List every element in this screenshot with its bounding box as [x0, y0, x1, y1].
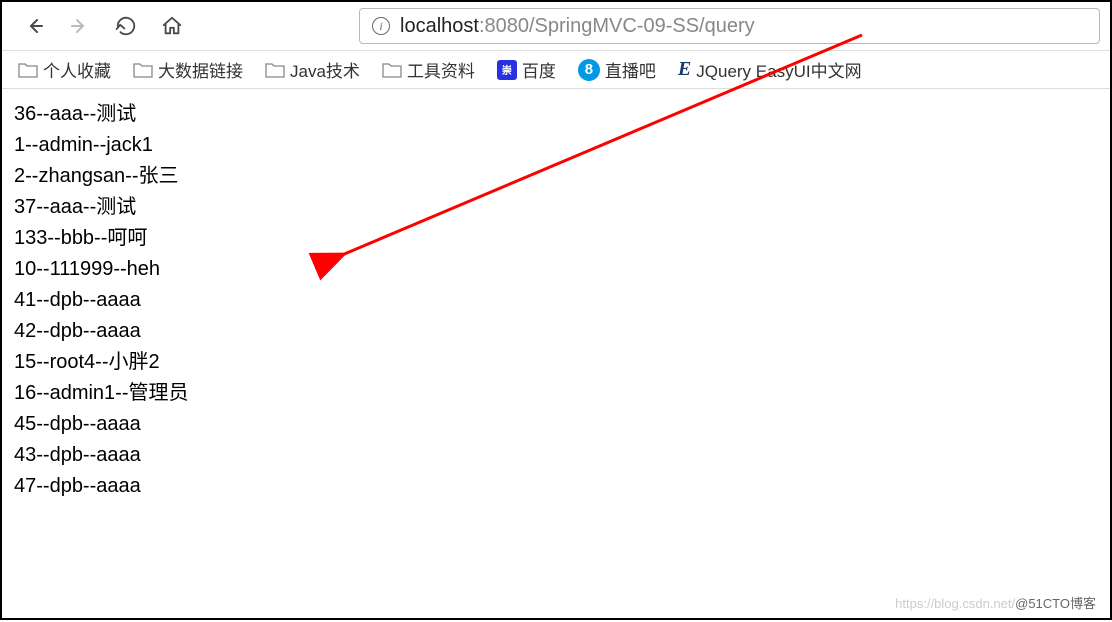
bookmark-bigdata[interactable]: 大数据链接: [133, 57, 243, 82]
bookmark-label: 百度: [522, 57, 556, 82]
data-line: 36--aaa--测试: [14, 99, 1098, 130]
page-content: 36--aaa--测试 1--admin--jack1 2--zhangsan-…: [2, 89, 1110, 512]
back-arrow-icon: [22, 14, 46, 38]
folder-icon: [18, 62, 38, 78]
data-line: 43--dpb--aaaa: [14, 440, 1098, 471]
bookmark-java[interactable]: Java技术: [265, 57, 360, 82]
data-line: 42--dpb--aaaa: [14, 316, 1098, 347]
data-line: 10--111999--heh: [14, 254, 1098, 285]
nav-buttons: [12, 12, 194, 40]
reload-icon: [115, 15, 137, 37]
bookmark-label: 直播吧: [605, 57, 656, 82]
watermark-light: https://blog.csdn.net/: [895, 596, 1015, 611]
data-line: 15--root4--小胖2: [14, 347, 1098, 378]
data-line: 1--admin--jack1: [14, 130, 1098, 161]
jquery-icon: E: [678, 58, 691, 81]
address-bar[interactable]: i localhost:8080/SpringMVC-09-SS/query: [359, 8, 1100, 44]
folder-icon: [382, 62, 402, 78]
forward-button[interactable]: [66, 12, 94, 40]
baidu-icon: 崇: [497, 60, 517, 80]
folder-icon: [133, 62, 153, 78]
data-line: 47--dpb--aaaa: [14, 471, 1098, 502]
watermark: https://blog.csdn.net/@51CTO博客: [895, 593, 1096, 612]
data-line: 2--zhangsan--张三: [14, 161, 1098, 192]
data-line: 45--dpb--aaaa: [14, 409, 1098, 440]
bookmark-label: 大数据链接: [158, 57, 243, 82]
folder-icon: [265, 62, 285, 78]
data-line: 41--dpb--aaaa: [14, 285, 1098, 316]
data-line: 16--admin1--管理员: [14, 378, 1098, 409]
bookmark-personal[interactable]: 个人收藏: [18, 57, 111, 82]
forward-arrow-icon: [68, 14, 92, 38]
browser-toolbar: i localhost:8080/SpringMVC-09-SS/query: [2, 2, 1110, 51]
data-line: 37--aaa--测试: [14, 192, 1098, 223]
back-button[interactable]: [20, 12, 48, 40]
bookmark-label: Java技术: [290, 57, 360, 82]
bookmark-baidu[interactable]: 崇 百度: [497, 57, 556, 82]
url-text: localhost:8080/SpringMVC-09-SS/query: [400, 15, 755, 38]
watermark-dark: @51CTO博客: [1015, 596, 1096, 611]
zhibo-icon: 8: [578, 59, 600, 81]
bookmark-label: JQuery EasyUI中文网: [696, 57, 861, 82]
home-button[interactable]: [158, 12, 186, 40]
info-icon[interactable]: i: [372, 17, 390, 35]
bookmark-label: 工具资料: [407, 57, 475, 82]
bookmarks-bar: 个人收藏 大数据链接 Java技术 工具资料 崇 百度 8 直播吧 E JQue…: [2, 51, 1110, 89]
home-icon: [161, 15, 183, 37]
reload-button[interactable]: [112, 12, 140, 40]
bookmark-jquery[interactable]: E JQuery EasyUI中文网: [678, 57, 862, 82]
bookmark-label: 个人收藏: [43, 57, 111, 82]
url-host: localhost: [400, 15, 479, 37]
url-path: :8080/SpringMVC-09-SS/query: [479, 15, 755, 37]
bookmark-zhibo[interactable]: 8 直播吧: [578, 57, 656, 82]
data-line: 133--bbb--呵呵: [14, 223, 1098, 254]
bookmark-tools[interactable]: 工具资料: [382, 57, 475, 82]
